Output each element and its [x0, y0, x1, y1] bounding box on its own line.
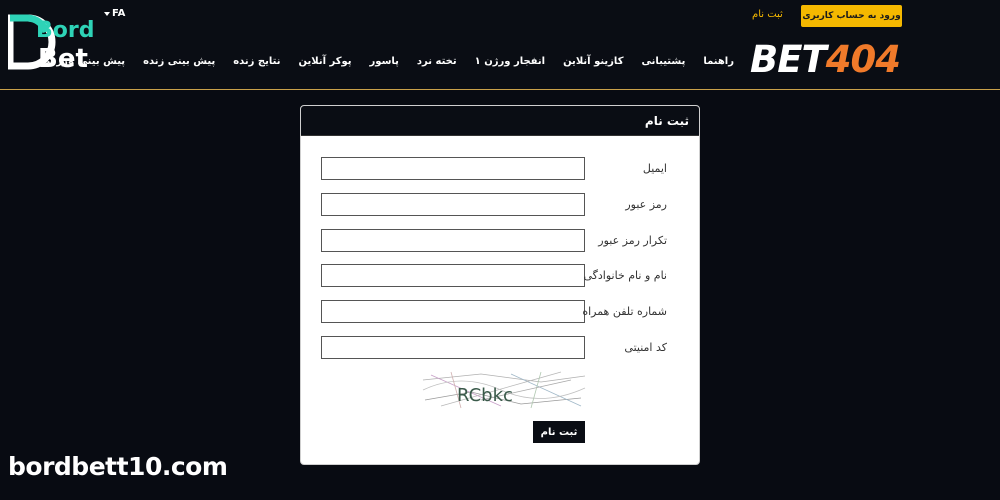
main-navigation: پیش بینی ورزشی پیش بینی زنده نتایج زنده …: [36, 56, 734, 67]
email-field[interactable]: [321, 157, 585, 180]
submit-registration-button[interactable]: ثبت نام: [533, 421, 585, 443]
nav-support[interactable]: پشتیبانی: [642, 56, 686, 67]
phone-field[interactable]: [321, 300, 585, 323]
password-field[interactable]: [321, 193, 585, 216]
nav-sports-betting[interactable]: پیش بینی ورزشی: [36, 56, 125, 67]
language-code: FA: [112, 8, 126, 19]
security-code-field[interactable]: [321, 336, 585, 359]
phone-label: شماره تلفن همراه: [582, 305, 667, 318]
password-row: رمز عبور: [301, 193, 699, 217]
registration-title: ثبت نام: [644, 113, 689, 128]
registration-card: ثبت نام ایمیل رمز عبور تکرار رمز عبور نا…: [300, 105, 700, 465]
nav-guide[interactable]: راهنما: [703, 56, 734, 67]
confirm-password-field[interactable]: [321, 229, 585, 252]
nav-live-betting[interactable]: پیش بینی زنده: [143, 56, 215, 67]
registration-card-header: ثبت نام: [301, 106, 699, 136]
caret-down-icon: [104, 11, 110, 16]
security-code-row: کد امنیتی: [301, 336, 699, 360]
captcha-image: RCbkc: [422, 371, 586, 409]
logo-line1: Bord: [36, 18, 94, 43]
confirm-password-label: تکرار رمز عبور: [598, 234, 667, 247]
bet404-brand-logo[interactable]: BET404: [750, 38, 901, 81]
nav-crash-v1[interactable]: انفجار ورژن ۱: [475, 56, 545, 67]
register-link[interactable]: ثبت نام: [752, 9, 783, 20]
site-header: Bord Bet FA ورود به حساب کاربری ثبت نام …: [0, 0, 1000, 90]
login-button[interactable]: ورود به حساب کاربری: [801, 5, 902, 27]
nav-pasur[interactable]: پاسور: [370, 56, 399, 67]
phone-row: شماره تلفن همراه: [301, 300, 699, 324]
nav-online-poker[interactable]: پوکر آنلاین: [298, 56, 351, 67]
site-url-watermark: bordbett10.com: [8, 452, 228, 481]
nav-live-results[interactable]: نتایج زنده: [233, 56, 280, 67]
security-code-label: کد امنیتی: [624, 341, 667, 354]
captcha-text: RCbkc: [457, 385, 513, 406]
brand-part2: 404: [825, 38, 901, 81]
email-label: ایمیل: [642, 162, 667, 175]
email-row: ایمیل: [301, 157, 699, 181]
password-label: رمز عبور: [625, 198, 667, 211]
brand-part1: BET: [750, 38, 827, 81]
nav-backgammon[interactable]: تخته نرد: [417, 56, 457, 67]
language-selector[interactable]: FA: [104, 8, 125, 19]
full-name-row: نام و نام خانوادگی: [301, 264, 699, 288]
confirm-password-row: تکرار رمز عبور: [301, 229, 699, 253]
full-name-label: نام و نام خانوادگی: [583, 269, 667, 282]
full-name-field[interactable]: [321, 264, 585, 287]
nav-online-casino[interactable]: کازینو آنلاین: [563, 56, 623, 67]
